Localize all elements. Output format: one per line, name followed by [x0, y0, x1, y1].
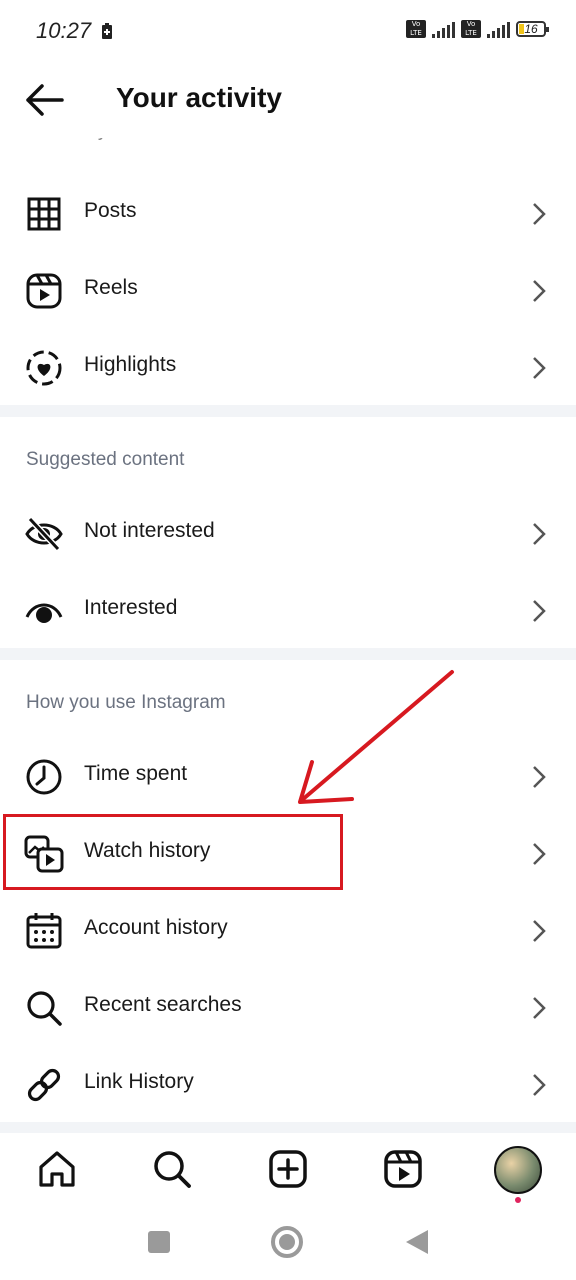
section-title-usage: How you use Instagram [26, 692, 226, 713]
calendar-icon [26, 913, 62, 949]
chevron-right-icon [533, 280, 546, 302]
menu-item-not-interested[interactable]: Not interested [0, 495, 576, 571]
search-icon[interactable] [150, 1147, 194, 1191]
create-icon[interactable] [266, 1147, 310, 1191]
chevron-right-icon [533, 997, 546, 1019]
link-icon [27, 1068, 61, 1102]
home-icon[interactable] [35, 1147, 79, 1191]
battery-level: 16 [524, 22, 538, 36]
section-divider [0, 648, 576, 660]
grid-icon [27, 197, 61, 231]
chevron-right-icon [533, 920, 546, 942]
menu-item-account-history[interactable]: Account history [0, 892, 576, 968]
menu-item-label: Time spent [84, 762, 188, 785]
chevron-right-icon [533, 1074, 546, 1096]
chevron-right-icon [533, 600, 546, 622]
chevron-right-icon [533, 357, 546, 379]
notification-dot [515, 1197, 521, 1203]
menu-item-posts[interactable]: Posts [0, 175, 576, 251]
menu-item-label: Highlights [84, 353, 177, 376]
menu-item-link-history[interactable]: Link History [0, 1046, 576, 1122]
section-title-suggested: Suggested content [26, 449, 185, 470]
menu-item-time-spent[interactable]: Time spent [0, 738, 576, 814]
volte-badge-2: Vo LTE [461, 20, 481, 38]
reels-icon [26, 273, 62, 309]
page-title: Your activity [116, 82, 282, 113]
recents-icon[interactable] [146, 1229, 172, 1255]
menu-item-label: Account history [84, 916, 228, 939]
menu-item-interested[interactable]: Interested [0, 572, 576, 648]
section-divider [0, 405, 576, 417]
home-circle-icon[interactable] [270, 1225, 304, 1259]
eye-off-icon [25, 516, 63, 552]
chevron-right-icon [533, 203, 546, 225]
profile-avatar[interactable] [494, 1146, 542, 1194]
menu-item-label: Link History [84, 1070, 194, 1093]
back-triangle-icon[interactable] [404, 1228, 430, 1256]
battery-icon: 16 [516, 21, 549, 37]
menu-item-recent-searches[interactable]: Recent searches [0, 969, 576, 1045]
battery-saver-icon [102, 23, 112, 39]
signal-icon-2 [487, 20, 510, 38]
menu-item-label: Recent searches [84, 993, 242, 1016]
annotation-highlight-box [3, 814, 343, 890]
system-nav-bar [0, 1210, 576, 1280]
clock-icon [26, 759, 62, 795]
menu-item-label: Reels [84, 276, 138, 299]
status-bar: 10:27 Vo LTE Vo LTE 16 [0, 0, 576, 62]
reels-icon[interactable] [381, 1147, 425, 1191]
menu-item-highlights[interactable]: Highlights [0, 329, 576, 405]
menu-item-label: Interested [84, 596, 178, 619]
back-arrow-icon[interactable] [20, 80, 68, 120]
status-time: 10:27 [36, 18, 92, 43]
app-bar: Your activity [0, 62, 576, 138]
menu-item-label: Posts [84, 199, 137, 222]
signal-icon [432, 20, 455, 38]
volte-badge: Vo LTE [406, 20, 426, 38]
chevron-right-icon [533, 523, 546, 545]
menu-item-label: Not interested [84, 519, 215, 542]
eye-icon [25, 603, 63, 623]
chevron-right-icon [533, 843, 546, 865]
search-icon [27, 991, 62, 1026]
menu-item-reels[interactable]: Reels [0, 252, 576, 328]
bottom-nav [0, 1133, 576, 1209]
highlights-icon [26, 350, 62, 386]
chevron-right-icon [533, 766, 546, 788]
